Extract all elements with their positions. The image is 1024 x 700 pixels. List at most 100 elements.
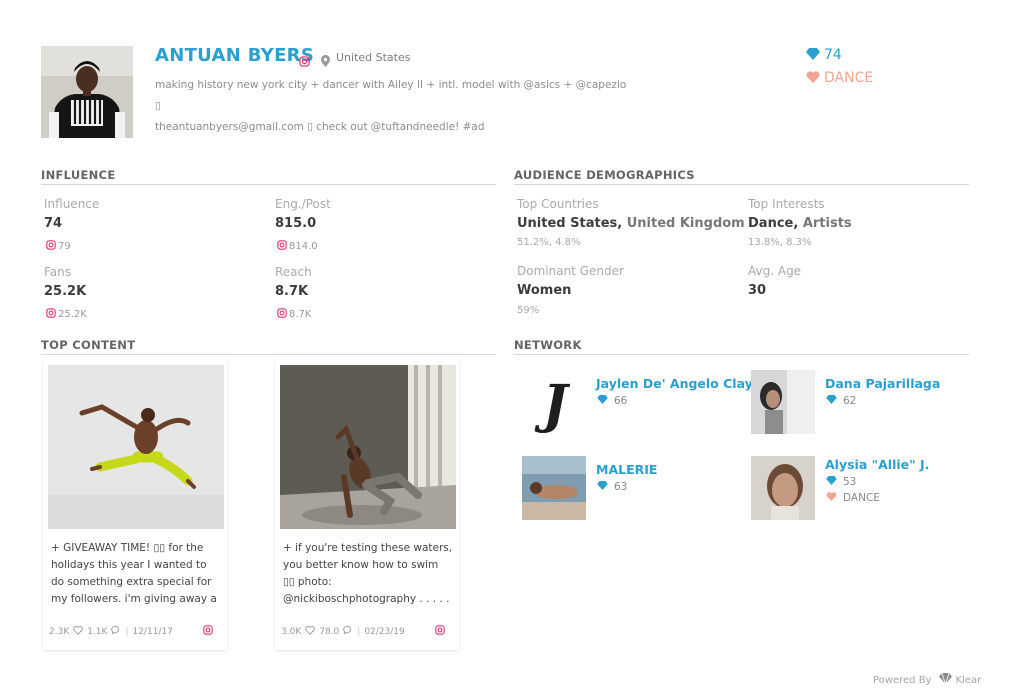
top-countries-label: Top Countries xyxy=(517,197,599,211)
bio-line-2: theantuanbyers@gmail.com ▯ check out @tu… xyxy=(155,121,485,133)
network-name[interactable]: Dana Pajarillaga xyxy=(825,376,940,391)
likes-count: 3.0K xyxy=(281,626,302,637)
likes-count: 2.3K xyxy=(49,626,70,637)
instagram-icon xyxy=(277,308,287,321)
eng-post-ig-text: 814.0 xyxy=(289,241,318,252)
comments-count: 1.1K xyxy=(87,626,108,637)
diamond-icon xyxy=(597,481,608,493)
top-content-section-title: TOP CONTENT xyxy=(41,338,136,352)
heart-icon xyxy=(806,68,820,87)
network-category: DANCE xyxy=(826,492,880,504)
content-photo[interactable] xyxy=(280,365,456,529)
influence-section-title: INFLUENCE xyxy=(41,168,116,182)
network-name[interactable]: Jaylen De' Angelo Clay xyxy=(596,376,753,391)
network-avatar[interactable] xyxy=(751,370,815,434)
top-country-1: United States, xyxy=(517,216,623,231)
network-score-value: 62 xyxy=(843,395,857,407)
avg-age-label: Avg. Age xyxy=(748,264,802,278)
network-score-value: 53 xyxy=(843,476,857,488)
network-avatar[interactable]: J xyxy=(522,370,586,434)
heart-icon xyxy=(826,492,837,504)
klear-logo[interactable]: Klear xyxy=(936,672,982,687)
profile-location: United States xyxy=(336,51,411,64)
influence-divider xyxy=(41,184,496,185)
reach-label: Reach xyxy=(275,265,312,279)
post-date: 02/23/19 xyxy=(364,626,405,637)
klear-brand-text: Klear xyxy=(955,674,982,686)
meta-separator: | xyxy=(125,626,129,637)
influence-ig-text: 79 xyxy=(58,241,71,252)
profile-name: ANTUAN BYERS xyxy=(155,45,315,66)
eng-post-ig-value: 814.0 xyxy=(277,240,318,253)
network-score: 66 xyxy=(597,395,627,407)
content-meta: 2.3K 1.1K | 12/11/17 xyxy=(49,625,221,638)
content-card[interactable]: + if you're testing these waters, you be… xyxy=(275,360,459,650)
network-divider xyxy=(514,354,969,355)
dominant-gender-label: Dominant Gender xyxy=(517,264,624,278)
meta-separator: | xyxy=(357,626,361,637)
instagram-icon xyxy=(46,240,56,253)
network-name[interactable]: Alysia "Allie" J. xyxy=(825,457,929,472)
avg-age-value: 30 xyxy=(748,283,767,298)
fans-label: Fans xyxy=(44,265,72,279)
network-section-title: NETWORK xyxy=(514,338,582,352)
instagram-icon[interactable] xyxy=(299,52,310,71)
eng-post-value: 815.0 xyxy=(275,216,317,231)
powered-by-text: Powered By xyxy=(873,674,932,686)
profile-score: 74 xyxy=(806,45,842,64)
fans-ig-value: 25.2K xyxy=(46,308,87,321)
network-score: 53 xyxy=(826,476,856,488)
eng-post-label: Eng./Post xyxy=(275,197,331,211)
comment-icon xyxy=(343,625,353,638)
heart-outline-icon xyxy=(73,625,83,638)
demographics-section-title: AUDIENCE DEMOGRAPHICS xyxy=(514,168,695,182)
diamond-icon xyxy=(806,45,820,64)
heart-outline-icon xyxy=(305,625,315,638)
influence-label: Influence xyxy=(44,197,100,211)
comment-icon xyxy=(111,625,121,638)
top-countries-value: United States, United Kingdom xyxy=(517,216,745,231)
network-name[interactable]: MALERIE xyxy=(596,462,657,477)
top-interests-value: Dance, Artists xyxy=(748,216,852,231)
profile-avatar xyxy=(41,46,133,138)
location-pin-icon xyxy=(321,52,330,71)
reach-ig-text: 8.7K xyxy=(289,309,312,320)
instagram-icon xyxy=(46,308,56,321)
reach-value: 8.7K xyxy=(275,284,309,299)
diamond-icon xyxy=(826,395,837,407)
top-interests-pct: 13.8%, 8.3% xyxy=(748,237,812,248)
content-card[interactable]: + GIVEAWAY TIME! ▯▯ for the holidays thi… xyxy=(43,360,227,650)
content-meta: 3.0K 78.0 | 02/23/19 xyxy=(281,625,453,638)
comments-count: 78.0 xyxy=(319,626,340,637)
bio-line-1: making history new york city + dancer wi… xyxy=(155,79,627,112)
influence-value: 74 xyxy=(44,216,63,231)
network-avatar[interactable] xyxy=(751,456,815,520)
klear-logo-icon xyxy=(939,672,953,687)
powered-by: Powered By Klear xyxy=(873,672,982,687)
network-score: 62 xyxy=(826,395,856,407)
content-photo[interactable] xyxy=(48,365,224,529)
fans-value: 25.2K xyxy=(44,284,87,299)
network-score-value: 63 xyxy=(614,481,628,493)
influence-ig-value: 79 xyxy=(46,240,71,253)
instagram-icon[interactable] xyxy=(203,625,213,638)
profile-bio: making history new york city + dancer wi… xyxy=(155,75,635,138)
instagram-icon[interactable] xyxy=(435,625,445,638)
profile-category: DANCE xyxy=(806,68,873,87)
fans-ig-text: 25.2K xyxy=(58,309,87,320)
reach-ig-value: 8.7K xyxy=(277,308,311,321)
profile-score-value: 74 xyxy=(824,46,842,63)
top-interest-2: Artists xyxy=(802,216,852,231)
top-countries-pct: 51.2%, 4.8% xyxy=(517,237,581,248)
diamond-icon xyxy=(826,476,837,488)
content-caption: + if you're testing these waters, you be… xyxy=(283,542,453,605)
post-date: 12/11/17 xyxy=(132,626,173,637)
demographics-divider xyxy=(514,184,969,185)
network-score: 63 xyxy=(597,481,627,493)
profile-category-value: DANCE xyxy=(824,69,874,86)
diamond-icon xyxy=(597,395,608,407)
top-content-divider xyxy=(41,354,496,355)
network-score-value: 66 xyxy=(614,395,628,407)
top-interest-1: Dance, xyxy=(748,216,799,231)
network-avatar[interactable] xyxy=(522,456,586,520)
